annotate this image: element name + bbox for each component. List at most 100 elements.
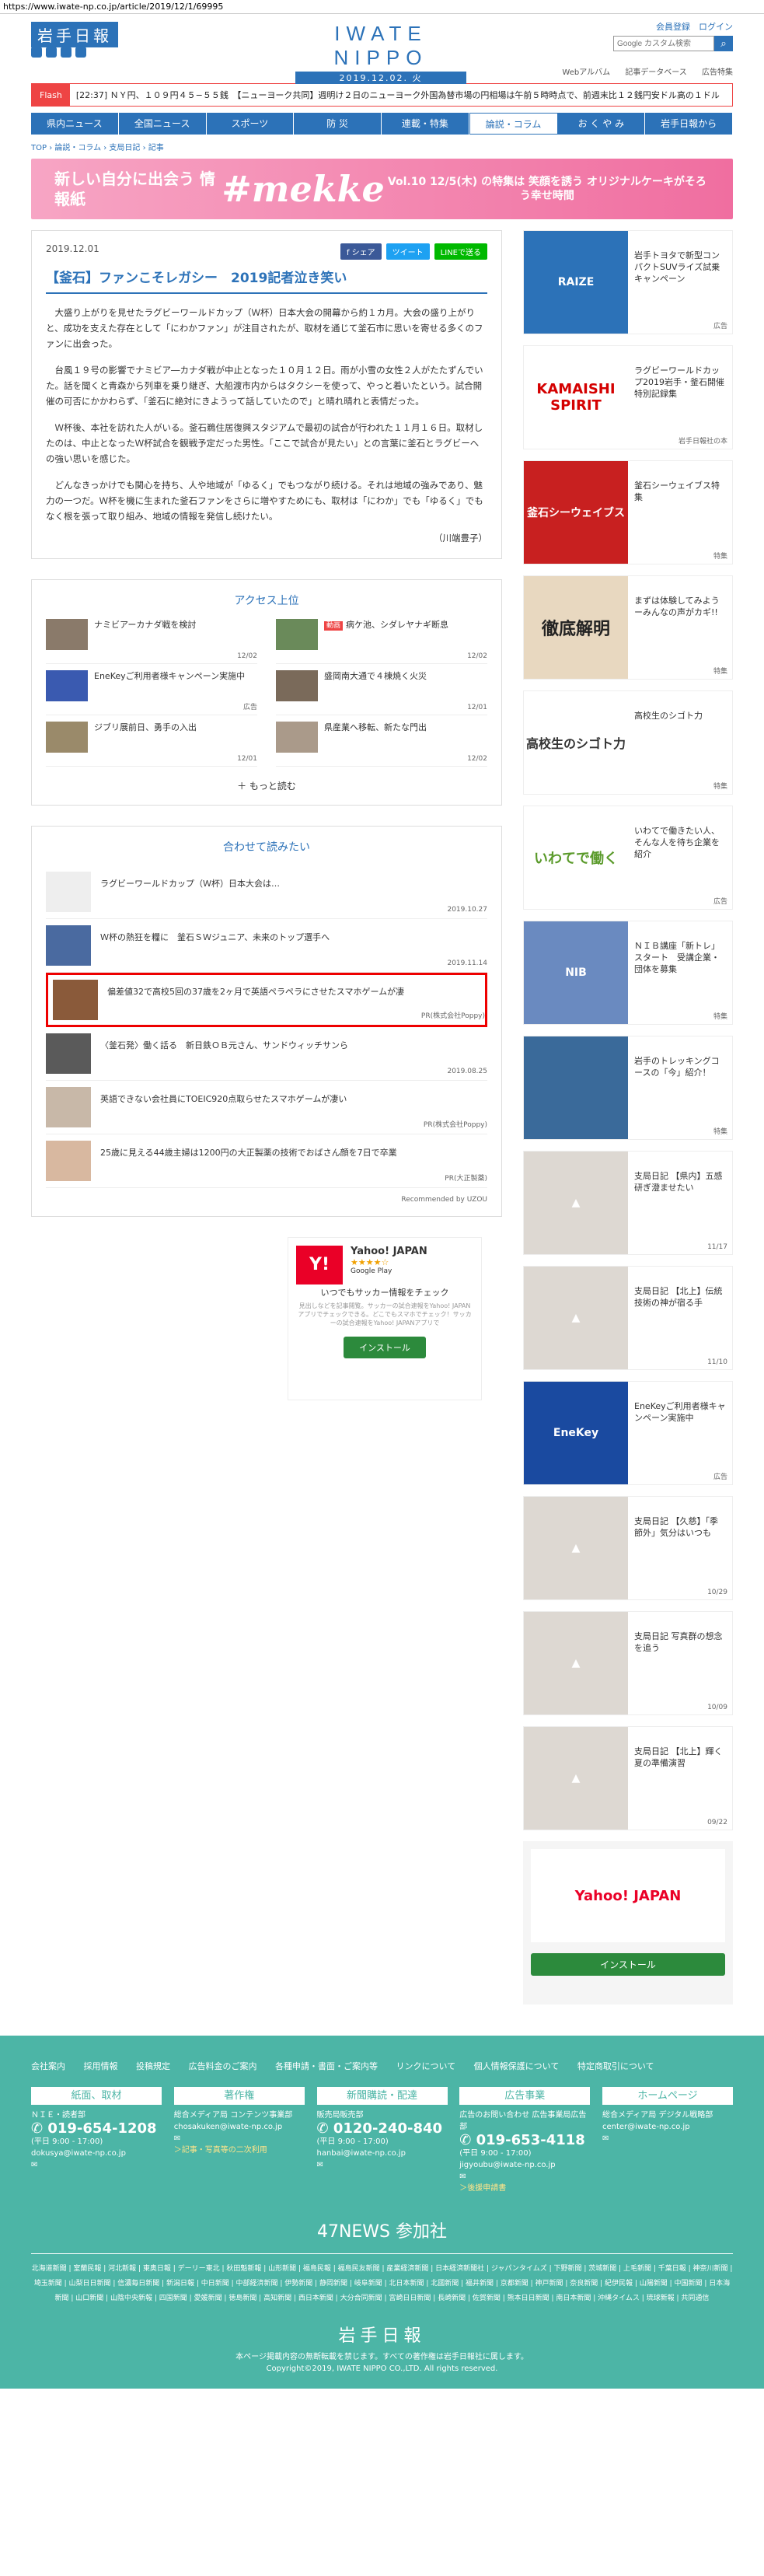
mail-icon[interactable]: ✉ — [602, 2133, 733, 2144]
sidebar-item[interactable]: ▲ 支局日記 【北上】伝統技術の神が宿る手 11/10 — [523, 1266, 733, 1370]
contact-phone[interactable]: ✆ 0120-240-840 — [317, 2122, 448, 2136]
subnav-ad[interactable]: 広告特集 — [702, 68, 733, 77]
sidebar-item-meta: 広告 — [713, 1473, 727, 1481]
mail-icon[interactable]: ✉ — [31, 2159, 162, 2171]
footer-link[interactable]: 各種申請・書面・ご案内等 — [275, 2061, 378, 2071]
sidebar-item[interactable]: NIB ＮＩＢ講座「新トレ」スタート 受講企業・団体を募集 特集 — [523, 921, 733, 1025]
install-button[interactable]: インストール — [344, 1337, 426, 1358]
search-input[interactable] — [613, 36, 714, 51]
footer-link[interactable]: リンクについて — [396, 2061, 456, 2071]
recommended-by[interactable]: Recommended by UZOU — [46, 1196, 487, 1204]
more-button[interactable]: ＋ もっと読む — [46, 779, 487, 792]
breadcrumb[interactable]: TOP › 論説・コラム › 支局日記 › 記事 — [31, 135, 733, 159]
nav-series[interactable]: 連載・特集 — [382, 113, 469, 135]
footer-link[interactable]: 投稿規定 — [136, 2061, 170, 2071]
footer-link[interactable]: 会社案内 — [31, 2061, 65, 2071]
sidebar-item-title: まずは体験してみようーみんなの声がカギ!! — [634, 596, 720, 617]
ranking-item-date: 12/01 — [237, 755, 257, 763]
ranking-item[interactable]: ナミビアーカナダ戦を検討 12/02 — [46, 619, 257, 664]
line-share-button[interactable]: LINEで送る — [434, 243, 487, 260]
ranking-item[interactable]: EneKeyご利用者様キャンペーン実施中 広告 — [46, 670, 257, 715]
sidebar-item[interactable]: ▲ 支局日記 【県内】五感研ぎ澄ませたい 11/17 — [523, 1151, 733, 1255]
twitter-icon[interactable] — [31, 47, 42, 58]
sidebar-item[interactable]: ▲ 支局日記 【北上】輝く夏の準備演習 09/22 — [523, 1726, 733, 1830]
sidebar-item-title: 支局日記 【県内】五感研ぎ澄ませたい — [634, 1171, 723, 1193]
contact-hours: (平日 9:00 - 17:00) — [459, 2149, 532, 2158]
sidebar-thumb: 高校生のシゴト力 — [524, 691, 628, 794]
ranking-item[interactable]: 動画 病ケ池、シダレヤナギ断息 12/02 — [276, 619, 487, 664]
brand-name: IWATE NIPPO — [333, 22, 428, 69]
sidebar-item[interactable]: ▲ 支局日記 写真群の想念を追う 10/09 — [523, 1611, 733, 1715]
contact-email[interactable]: hanbai@iwate-np.co.jp — [317, 2148, 448, 2159]
line-icon[interactable] — [61, 47, 72, 58]
footer-link[interactable]: 特定商取引について — [577, 2061, 654, 2071]
sidebar-item-title: ラグビーワールドカップ2019岩手・釜石開催特別記録集 — [634, 365, 724, 399]
contact-email[interactable]: jigyoubu@iwate-np.co.jp — [459, 2159, 590, 2171]
search-button[interactable]: ⌕ — [714, 36, 733, 51]
sidebar-item[interactable]: 徹底解明 まずは体験してみようーみんなの声がカギ!! 特集 — [523, 575, 733, 680]
contact-email[interactable]: dokusya@iwate-np.co.jp — [31, 2148, 162, 2159]
related-item[interactable]: ラグビーワールドカップ（Ｗ杯）日本大会は… 2019.10.27 — [46, 865, 487, 919]
facebook-icon[interactable] — [46, 47, 57, 58]
footer-link[interactable]: 採用情報 — [84, 2061, 118, 2071]
contact-phone[interactable]: ✆ 019-654-1208 — [31, 2120, 162, 2137]
contact-phone[interactable]: ✆ 019-653-4118 — [459, 2134, 590, 2148]
related-item[interactable]: Ｗ杯の熱狂を糧に 釜石ＳＷジュニア、未来のトップ選手へ 2019.11.14 — [46, 919, 487, 973]
sidebar-item[interactable]: いわてで働く いわてで働きたい人、そんな人を待ち企業を紹介 広告 — [523, 806, 733, 910]
mail-icon[interactable]: ✉ — [174, 2133, 305, 2144]
sidebar-yahoo-ad[interactable]: Yahoo! JAPAN インストール — [523, 1841, 733, 2005]
site-logo[interactable]: 岩手日報 — [31, 22, 118, 47]
facebook-share-button[interactable]: f シェア — [340, 243, 382, 260]
yahoo-ad[interactable]: Y! Yahoo! JAPAN ★★★★☆ Google Play いつでもサッ… — [288, 1237, 482, 1400]
ranking-item[interactable]: ジブリ展前日、勇手の入出 12/01 — [46, 722, 257, 767]
sidebar-item[interactable]: 釜石シーウェイブス 釜石シーウェイブス特集 特集 — [523, 460, 733, 564]
contact-link[interactable]: ＞記事・写真等の二次利用 — [174, 2144, 305, 2156]
flash-news[interactable]: Flash [22:37] ＮＹ円、１０９円４５−５５銭 【ニューヨーク共同】週… — [31, 83, 733, 107]
sidebar-item[interactable]: EneKey EneKeyご利用者様キャンペーン実施中 広告 — [523, 1381, 733, 1485]
nav-national[interactable]: 全国ニュース — [119, 113, 207, 135]
nav-column[interactable]: 論説・コラム — [469, 113, 558, 135]
related-item[interactable]: 25歳に見える44歳主婦は1200円の大正製薬の技術でおばさん顔を7日で卒業 PR… — [46, 1134, 487, 1188]
center-logo[interactable]: IWATE NIPPO 2019.12.02. 火 — [295, 22, 466, 84]
footer-link[interactable]: 広告料金のご案内 — [189, 2061, 257, 2071]
sidebar-item[interactable]: 岩手のトレッキングコースの「今」紹介！ 特集 — [523, 1036, 733, 1140]
footer-link[interactable]: 個人情報保護について — [474, 2061, 560, 2071]
mail-icon[interactable]: ✉ — [459, 2171, 590, 2183]
subnav-database[interactable]: 記事データベース — [625, 68, 687, 77]
sidebar-item[interactable]: 高校生のシゴト力 高校生のシゴト力 特集 — [523, 690, 733, 795]
contact-email[interactable]: chosakuken@iwate-np.co.jp — [174, 2121, 305, 2133]
phone-icon: ✆ — [31, 2120, 48, 2137]
ranking-item[interactable]: 県産業へ移転、新たな門出 12/02 — [276, 722, 487, 767]
address-bar[interactable]: https://www.iwate-np.co.jp/article/2019/… — [0, 0, 764, 14]
sidebar-item[interactable]: ▲ 支局日記 【久慈】「季節外」気分はいつも 10/29 — [523, 1496, 733, 1600]
related-item-highlighted[interactable]: 偏差値32で高校5回の37歳を2ヶ月で英語ペラペラにさせたスマホゲームが凄 PR(… — [46, 973, 487, 1027]
related-item[interactable]: 〈釜石発〉働く話る 新日鉄ＯＢ元さん、サンドウィッチサンら 2019.08.25 — [46, 1027, 487, 1081]
contact-email[interactable]: center@iwate-np.co.jp — [602, 2121, 733, 2133]
nav-from-iwate[interactable]: 岩手日報から — [645, 113, 733, 135]
ranking-item[interactable]: 盛岡南大通で４棟焼く火災 12/01 — [276, 670, 487, 715]
sidebar-thumb: RAIZE — [524, 231, 628, 334]
member-list[interactable]: 北海道新聞 | 室蘭民報 | 河北新報 | 東奥日報 | デーリー東北 | 秋田… — [31, 2253, 733, 2306]
nav-sports[interactable]: スポーツ — [207, 113, 295, 135]
install-button[interactable]: インストール — [531, 1953, 725, 1976]
subnav-album[interactable]: Webアルバム — [562, 68, 610, 77]
mekke-banner[interactable]: 新しい自分に出会う 情報紙 #mekke Vol.10 12/5(木) の特集は… — [31, 159, 733, 219]
sidebar-item[interactable]: RAIZE 岩手トヨタで新型コンパクトSUVライズ試乗キャンペーン 広告 — [523, 230, 733, 334]
footer-logo[interactable]: 岩手日報 — [31, 2322, 733, 2347]
login-links[interactable]: 会員登録 ログイン — [613, 20, 733, 33]
sidebar-item-meta: 09/22 — [707, 1819, 727, 1826]
tweet-button[interactable]: ツイート — [385, 243, 430, 260]
sidebar-item[interactable]: KAMAISHI SPIRIT ラグビーワールドカップ2019岩手・釜石開催特別記… — [523, 345, 733, 449]
contact-boxes: 紙面、取材 ＮＩＥ・読者部 ✆ 019-654-1208 (平日 9:00 - … — [31, 2087, 733, 2194]
ranking-thumb — [276, 722, 318, 753]
nav-disaster[interactable]: 防 災 — [294, 113, 382, 135]
sidebar-item-meta: 特集 — [713, 553, 727, 561]
ad-sub: 見出しなどを記事閲覧。サッカーの試合速報をYahoo! JAPANアプリでチェッ… — [298, 1302, 472, 1326]
related-item[interactable]: 英語できない会社員にTOEIC920点取らせたスマホゲームが凄い PR(株式会社P… — [46, 1081, 487, 1134]
instagram-icon[interactable] — [75, 47, 86, 58]
nav-obituary[interactable]: お く や み — [558, 113, 646, 135]
nav-local[interactable]: 県内ニュース — [31, 113, 119, 135]
contact-link[interactable]: ＞後援申請書 — [459, 2183, 590, 2194]
mail-icon[interactable]: ✉ — [317, 2159, 448, 2171]
placeholder-logo-icon: ▲ — [524, 1267, 628, 1369]
